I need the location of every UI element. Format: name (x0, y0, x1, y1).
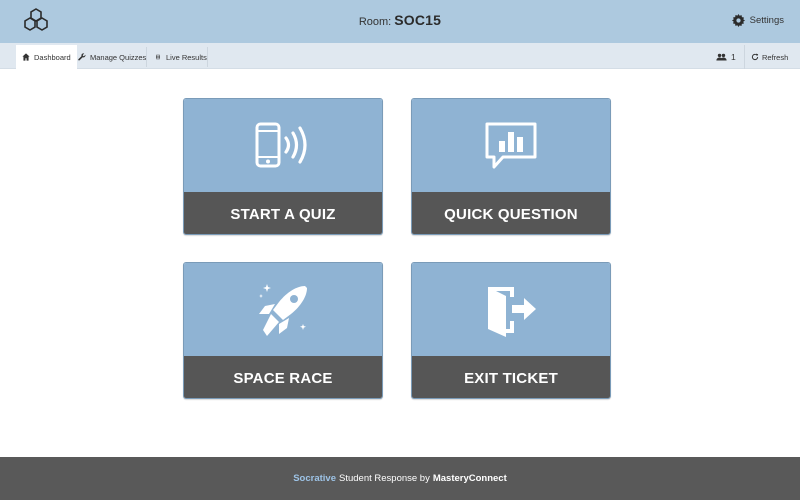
quick-question-label: QUICK QUESTION (412, 192, 610, 234)
start-quiz-tile[interactable]: START A QUIZ (183, 98, 383, 235)
room-name: SOC15 (394, 12, 442, 28)
tile-top (184, 263, 382, 356)
space-race-tile[interactable]: SPACE RACE (183, 262, 383, 399)
refresh-icon (751, 53, 759, 61)
tab-dashboard[interactable]: Dashboard (16, 45, 77, 69)
student-count-value: 1 (731, 52, 736, 62)
start-quiz-label: START A QUIZ (184, 192, 382, 234)
tile-top (412, 99, 610, 192)
tab-live-results[interactable]: Live Results (148, 45, 213, 69)
footer-brand[interactable]: Socrative (293, 473, 336, 484)
room-label: Room: (358, 16, 392, 28)
space-race-label: SPACE RACE (184, 356, 382, 398)
refresh-button[interactable]: Refresh (744, 45, 794, 69)
footer: Socrative Student Response by MasteryCon… (0, 457, 800, 500)
exit-ticket-label: EXIT TICKET (412, 356, 610, 398)
exit-ticket-tile[interactable]: EXIT TICKET (411, 262, 611, 399)
tile-top (412, 263, 610, 356)
rocket-icon (259, 283, 307, 336)
tab-dashboard-label: Dashboard (34, 52, 71, 62)
tab-manage-quizzes[interactable]: Manage Quizzes (72, 45, 152, 69)
gear-icon (731, 14, 745, 27)
tab-divider (207, 47, 208, 67)
signal-icon (156, 54, 160, 60)
footer-owner[interactable]: MasteryConnect (433, 473, 507, 484)
top-header: Room: SOC15 Settings (0, 0, 800, 43)
settings-button[interactable]: Settings (731, 14, 784, 27)
nav-bar: Dashboard Manage Quizzes Live Results 1 (0, 43, 800, 69)
student-count: 1 (716, 52, 736, 62)
tab-live-results-label: Live Results (166, 52, 207, 62)
footer-text: Student Response by (339, 473, 430, 484)
exit-door-icon (488, 286, 536, 337)
phone-signal-icon (255, 122, 307, 167)
tab-divider (146, 47, 147, 67)
tab-manage-quizzes-label: Manage Quizzes (90, 52, 147, 62)
settings-label: Settings (749, 15, 784, 26)
tile-top (184, 99, 382, 192)
refresh-label: Refresh (762, 52, 789, 62)
room-indicator: Room: SOC15 (0, 12, 800, 28)
users-icon (716, 53, 727, 61)
home-icon (22, 53, 30, 61)
quick-question-tile[interactable]: QUICK QUESTION (411, 98, 611, 235)
wrench-icon (78, 53, 86, 61)
chart-bubble-icon (485, 122, 537, 168)
